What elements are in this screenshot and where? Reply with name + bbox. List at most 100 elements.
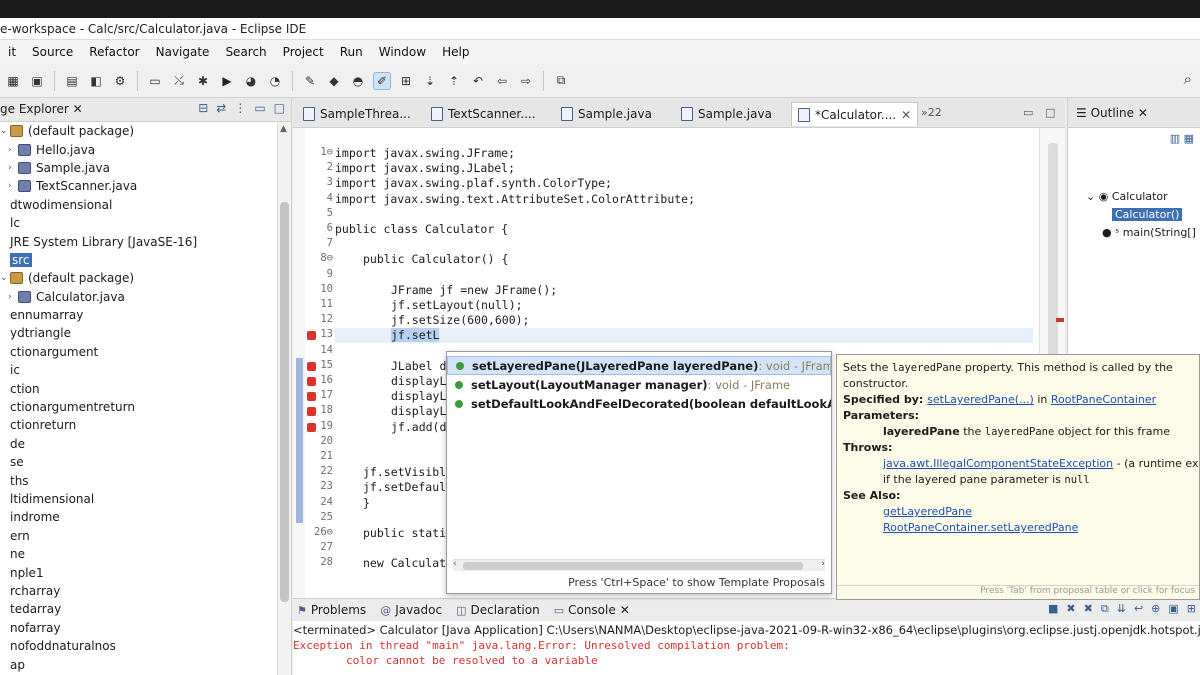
tree-item[interactable]: ths [0,471,278,489]
debug-icon[interactable]: ✱ [194,72,212,90]
tree-item[interactable]: rcharray [0,582,278,600]
exception-link[interactable]: java.awt.IllegalComponentStateException [883,457,1113,470]
editor-tab[interactable]: Sample.java [555,102,658,126]
annotation-icon[interactable]: ⊞ [397,72,415,90]
collapse-all-icon[interactable]: ⊟ [198,101,208,115]
remove-launch-icon[interactable]: ✖ [1066,602,1075,616]
maximize-icon[interactable]: □ [274,101,285,115]
tree-item[interactable]: › Calculator.java [0,288,278,306]
scroll-up-icon[interactable]: ▲ [280,124,287,134]
tree-item[interactable]: lc [0,214,278,232]
menu-run[interactable]: Run [332,45,371,59]
last-edit-icon[interactable]: ↶ [469,72,487,90]
tree-item[interactable]: nofoddnaturalnos [0,637,278,655]
package-explorer-scrollbar[interactable]: ▲ [277,122,291,675]
new-java-project-icon[interactable]: ✎ [301,72,319,90]
remove-all-icon[interactable]: ✖ [1084,602,1093,616]
tree-item[interactable]: indrome [0,508,278,526]
back-icon[interactable]: ⇦ [493,72,511,90]
outline-item[interactable]: Calculator() [1112,208,1183,221]
minimize-icon[interactable]: ▭ [254,101,265,115]
link-with-editor-icon[interactable]: ⇄ [216,101,226,115]
prev-annotation-icon[interactable]: ⇡ [445,72,463,90]
editor-tab[interactable]: TextScanner.... [425,102,542,126]
proposal-hscroll[interactable]: ‹ › [453,559,825,571]
tree-item[interactable]: › Sample.java [0,159,278,177]
tree-item[interactable]: src [0,251,278,269]
tree-item[interactable]: ltidimensional [0,490,278,508]
tree-item[interactable]: nofarray [0,619,278,637]
maximize-icon[interactable]: □ [1045,106,1055,119]
console-icon[interactable]: ▭ [146,72,164,90]
open-perspective-icon[interactable]: ⧉ [552,72,570,90]
tab-javadoc[interactable]: @ Javadoc [380,603,442,617]
editor-tab[interactable]: *Calculator.... ✕ [791,102,919,126]
run-icon[interactable]: ▶ [218,72,236,90]
package-explorer-tab[interactable]: ge Explorer ✕ [0,102,83,116]
menu-window[interactable]: Window [371,45,434,59]
expand-arrow-icon[interactable]: › [8,163,18,173]
terminate-icon[interactable]: ■ [1048,602,1058,616]
search-icon[interactable]: ⌕ [1184,70,1192,88]
tree-item[interactable]: › Hello.java [0,140,278,158]
view-menu-icon[interactable]: ⋮ [234,101,246,115]
close-tab-icon[interactable]: ✕ [901,108,911,122]
scrollbar-thumb[interactable] [463,562,803,570]
outline-item[interactable]: ⌄ ◉ Calculator [1086,190,1168,203]
completion-proposal[interactable]: setLayout(LayoutManager manager) : void … [447,375,831,394]
completion-proposal[interactable]: setLayeredPane(JLayeredPane layeredPane)… [447,356,831,375]
expand-arrow-icon[interactable]: › [8,181,18,191]
tree-item[interactable]: nple1 [0,563,278,581]
tree-item[interactable]: JRE System Library [JavaSE-16] [0,232,278,250]
tree-item[interactable]: se [0,453,278,471]
new-package-icon[interactable]: ◆ [325,72,343,90]
open-type-icon[interactable]: ◓ [349,72,367,90]
tree-item[interactable]: dtwodimensional [0,196,278,214]
menu-source[interactable]: Source [24,45,81,59]
tree-item[interactable]: ctionargument [0,343,278,361]
menu-refactor[interactable]: Refactor [81,45,147,59]
word-wrap-icon[interactable]: ↩ [1134,602,1143,616]
tab-console[interactable]: ▭ Console ✕ [554,603,630,617]
menu-navigate[interactable]: Navigate [148,45,218,59]
run-config-icon[interactable]: ◕ [242,72,260,90]
tree-item[interactable]: › TextScanner.java [0,177,278,195]
tab-overflow[interactable]: »22 [921,106,942,119]
outline-item[interactable]: ● ˢ main(String[] [1102,226,1196,239]
open-console-icon[interactable]: ⊞ [1187,602,1196,616]
settings-icon[interactable]: ⚙ [111,72,129,90]
tree-item[interactable]: de [0,435,278,453]
tree-item[interactable]: ⌄ (default package) [0,122,278,140]
scrollbar-thumb[interactable] [280,202,289,602]
tree-item[interactable]: ic [0,361,278,379]
error-marker-icon[interactable] [307,331,316,341]
console-close-icon[interactable]: ✕ [620,603,630,617]
outline-close-icon[interactable]: ✕ [1138,106,1148,120]
expand-arrow-icon[interactable]: › [8,145,18,155]
expand-arrow-icon[interactable]: ⌄ [0,273,10,283]
tree-item[interactable]: ap [0,655,278,673]
editor-tab[interactable]: Sample.java [675,102,778,126]
error-marker-icon[interactable] [307,422,316,432]
highlight-occurrences-icon[interactable]: ✐ [373,71,391,90]
tree-item[interactable]: ctionargumentreturn [0,398,278,416]
menu-project[interactable]: Project [275,45,332,59]
print-icon[interactable]: ▤ [63,72,81,90]
outline-toolbar-icons[interactable]: ▥ ▦ [1170,132,1194,145]
skip-breakpoints-icon[interactable]: ⤯ [170,72,188,90]
error-marker-icon[interactable] [307,377,316,386]
next-annotation-icon[interactable]: ⇣ [421,72,439,90]
menu-search[interactable]: Search [217,45,274,59]
forward-icon[interactable]: ⇨ [517,72,535,90]
save-icon[interactable]: ▣ [28,72,46,90]
scroll-right-icon[interactable]: › [821,559,825,569]
tree-item[interactable]: ne [0,545,278,563]
error-marker-icon[interactable] [307,392,316,402]
error-marker-icon[interactable] [307,407,316,417]
menu-help[interactable]: Help [434,45,477,59]
build-icon[interactable]: ◧ [87,72,105,90]
expand-arrow-icon[interactable]: › [8,292,18,302]
tree-item[interactable]: ⌄ (default package) [0,269,278,287]
error-marker-icon[interactable] [307,361,316,371]
completion-proposal[interactable]: setDefaultLookAndFeelDecorated(boolean d… [447,394,831,413]
